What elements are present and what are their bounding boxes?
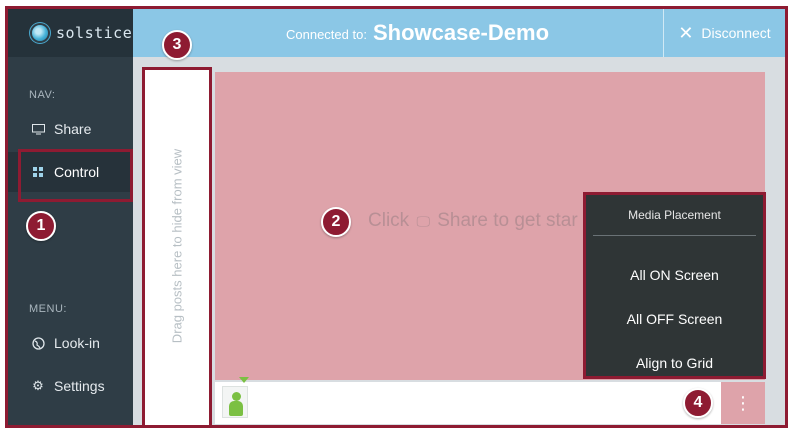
- callout-highlight-drop-zone: [142, 67, 212, 425]
- menu-divider: [593, 235, 756, 236]
- callout-badge-4: 4: [683, 388, 713, 418]
- disconnect-label: Disconnect: [701, 25, 771, 41]
- menu-item-all-off-screen[interactable]: All OFF Screen: [586, 311, 763, 327]
- user-post-icon: [232, 392, 241, 401]
- callout-badge-2: 2: [321, 207, 351, 237]
- app-frame: solstice NAV: Share Control MENU: Look-i…: [5, 6, 788, 428]
- sidebar-item-label: Look-in: [54, 335, 100, 351]
- callout-badge-1: 1: [26, 211, 56, 241]
- logo-text: solstice: [56, 24, 133, 42]
- gear-icon: ⚙: [32, 378, 44, 393]
- sidebar-item-label: Share: [54, 121, 92, 137]
- hint-prefix: Click: [368, 210, 410, 231]
- more-options-icon[interactable]: ⋮: [721, 382, 765, 424]
- connected-prefix: Connected to:: [286, 27, 367, 42]
- top-bar: Connected to: Showcase-Demo ✕ Disconnect: [133, 9, 785, 57]
- display-name: Showcase-Demo: [372, 20, 550, 45]
- menu-title: MENU:: [29, 303, 67, 315]
- sidebar-item-label: Settings: [54, 378, 105, 394]
- caret-down-icon: [239, 377, 249, 383]
- logo: solstice: [8, 9, 133, 57]
- nav-title: NAV:: [29, 89, 56, 101]
- sidebar-item-share[interactable]: Share: [8, 109, 133, 149]
- callout-badge-3: 3: [162, 30, 192, 60]
- sidebar-item-settings[interactable]: ⚙ Settings: [8, 366, 133, 406]
- media-placement-menu: Media Placement All ON Screen All OFF Sc…: [583, 192, 766, 379]
- monitor-icon: 🖵: [416, 213, 430, 229]
- callout-highlight-control: [18, 149, 133, 202]
- sidebar: solstice NAV: Share Control MENU: Look-i…: [8, 9, 133, 425]
- disconnect-button[interactable]: ✕ Disconnect: [663, 9, 785, 57]
- monitor-icon: [30, 123, 46, 135]
- close-icon: ✕: [678, 22, 694, 43]
- menu-title: Media Placement: [628, 208, 721, 222]
- user-post-icon-body: [229, 401, 243, 416]
- menu-item-align-to-grid[interactable]: Align to Grid: [586, 355, 763, 371]
- hint-suffix: Share to get star: [437, 210, 578, 231]
- globe-icon: [30, 336, 46, 350]
- solstice-logo-icon: [32, 25, 48, 41]
- menu-item-all-on-screen[interactable]: All ON Screen: [586, 267, 763, 283]
- empty-workspace-hint: Click 🖵 Share to get star: [368, 210, 578, 232]
- sidebar-item-look-in[interactable]: Look-in: [8, 323, 133, 363]
- connection-status: Connected to: Showcase-Demo: [286, 9, 549, 57]
- post-thumbnail[interactable]: [222, 377, 249, 418]
